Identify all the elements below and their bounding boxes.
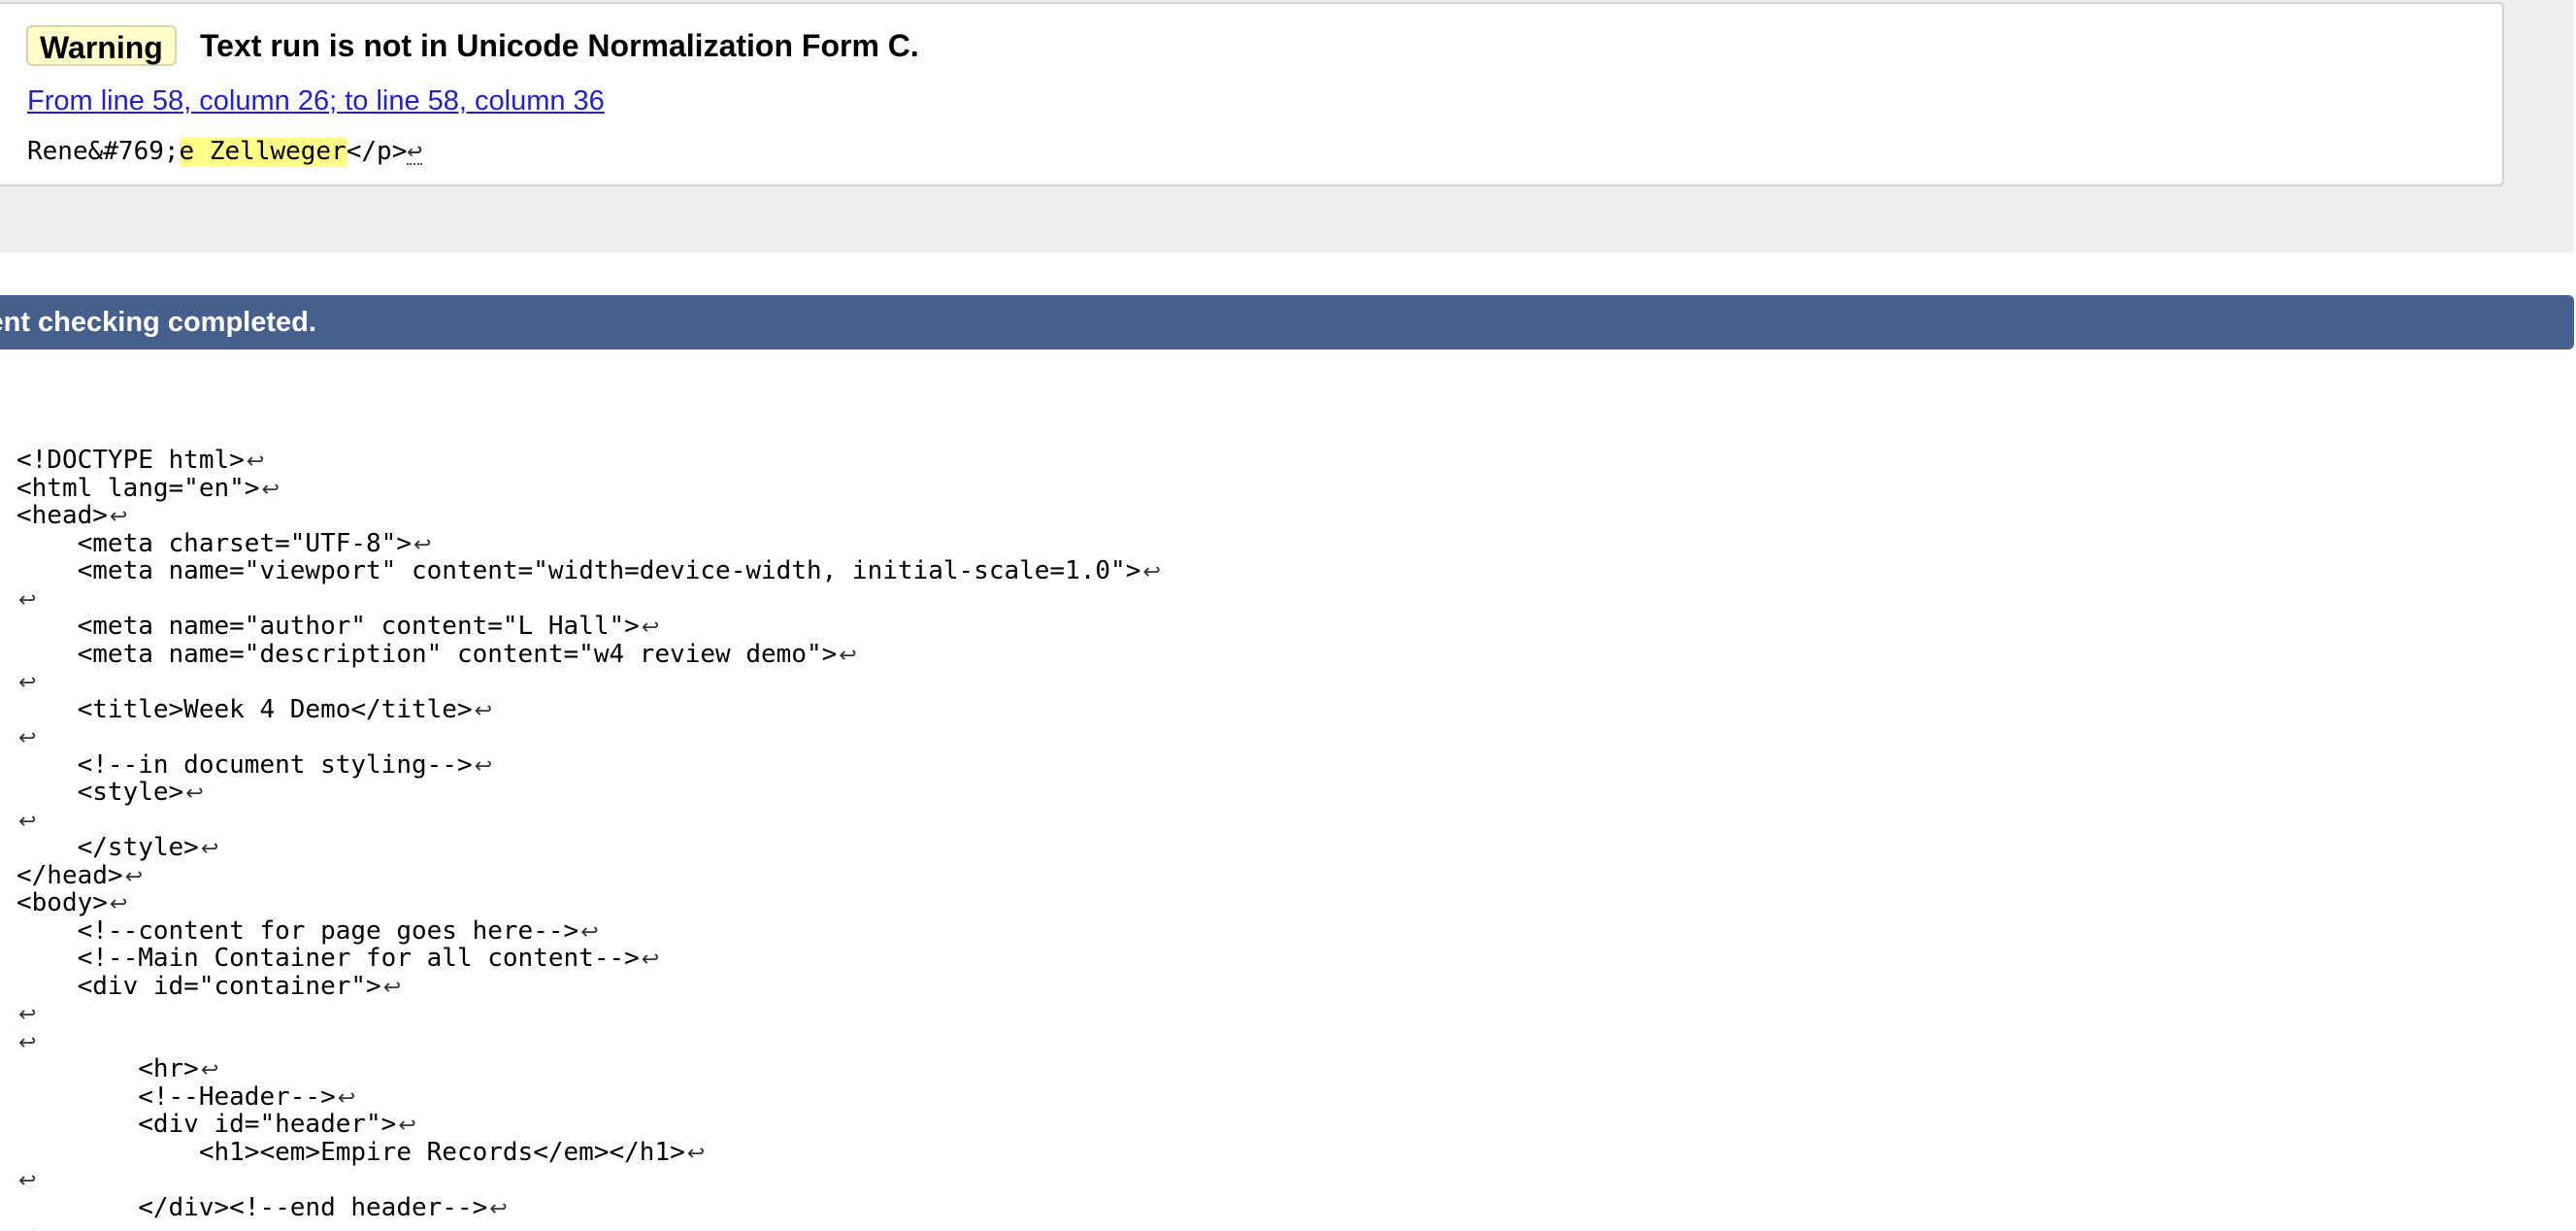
return-icon: ↩ xyxy=(489,1196,508,1221)
return-icon: ↩ xyxy=(398,1114,416,1138)
source-line-code: <head> xyxy=(17,501,108,530)
return-icon: ↩ xyxy=(185,782,204,806)
source-line: <meta name="description" content="w4 rev… xyxy=(17,639,1161,669)
return-icon: ↩ xyxy=(382,975,402,1000)
source-line-code: <div id="header"> xyxy=(17,1110,397,1139)
return-icon: ↩ xyxy=(109,505,128,529)
extract-before: Rene&#769; xyxy=(27,137,180,166)
return-icon: ↩ xyxy=(124,864,144,889)
source-line-code: <meta name="viewport" content="width=dev… xyxy=(17,556,1141,585)
source-line: <div id="container">↩ xyxy=(17,971,1161,1001)
source-line-code: </style> xyxy=(17,833,199,862)
source-line: </head>↩ xyxy=(17,860,1161,890)
source-line: <!--in document styling-->↩ xyxy=(17,749,1161,780)
source-line: <!--Header-->↩ xyxy=(17,1081,1161,1112)
source-line: ↩ xyxy=(17,723,1161,751)
source-line: <!DOCTYPE html>↩ xyxy=(17,447,1161,475)
source-line-code: <meta name="description" content="w4 rev… xyxy=(17,639,838,669)
source-line-code: <hr> xyxy=(17,1054,199,1083)
source-line: </div><!--end header-->↩ xyxy=(17,1192,1161,1222)
source-line: <div id="header">↩ xyxy=(17,1111,1161,1139)
warning-message-text: Text run is not in Unicode Normalization… xyxy=(200,28,919,63)
source-line-code: <body> xyxy=(17,888,108,917)
source-line: ↩ xyxy=(17,668,1161,696)
source-line: <title>Week 4 Demo</title>↩ xyxy=(17,694,1161,724)
messages-panel: Warning Text run is not in Unicode Norma… xyxy=(0,0,2574,252)
return-icon: ↩ xyxy=(18,1224,36,1231)
source-line: ↩ xyxy=(17,1166,1161,1194)
source-line: <style>↩ xyxy=(17,779,1161,807)
status-text: ument checking completed. xyxy=(0,307,316,338)
source-line: ↩ xyxy=(17,585,1161,614)
return-icon: ↩ xyxy=(337,1085,356,1111)
source-line: <!--content for page goes here-->↩ xyxy=(17,915,1161,946)
source-line-code: <!--in document styling--> xyxy=(17,749,473,780)
source-line-code: <meta name="author" content="L Hall"> xyxy=(17,612,640,641)
source-line-code: <!DOCTYPE html> xyxy=(17,446,245,475)
warning-message-card: Warning Text run is not in Unicode Norma… xyxy=(0,2,2504,186)
warning-badge: Warning xyxy=(26,25,177,66)
source-line-code: <!--Main Container for all content--> xyxy=(17,944,640,973)
return-icon: ↩ xyxy=(18,1030,37,1055)
code-extract: Rene&#769;e Zellweger</p>↩ xyxy=(27,134,423,169)
source-line: <body>↩ xyxy=(17,889,1161,917)
source-line-code: <h1><em>Empire Records</em></h1> xyxy=(17,1137,685,1167)
error-location-link[interactable]: From line 58, column 26; to line 58, col… xyxy=(27,83,605,118)
status-bar: ument checking completed. xyxy=(0,295,2574,349)
source-line: <h1><em>Empire Records</em></h1>↩ xyxy=(17,1137,1161,1167)
source-line-code: <title>Week 4 Demo</title> xyxy=(17,694,473,724)
return-icon: ↩ xyxy=(1142,560,1161,584)
source-line-code: <meta charset="UTF-8"> xyxy=(17,528,412,558)
source-listing: <!DOCTYPE html>↩ <html lang="en">↩ <head>↩… xyxy=(17,447,1161,1231)
source-line: <html lang="en">↩ xyxy=(17,473,1161,503)
source-line: <!--Main Container for all content-->↩ xyxy=(17,945,1161,973)
source-line: <hr>↩ xyxy=(17,1055,1161,1083)
return-icon: ↩ xyxy=(686,1141,706,1166)
return-icon: ↩ xyxy=(18,809,37,834)
source-line-code: <!--content for page goes here--> xyxy=(17,915,579,946)
source-line-code: </head> xyxy=(17,860,123,890)
source-line-code: <style> xyxy=(17,778,184,807)
source-line: ↩ xyxy=(17,807,1161,835)
validator-results-page: Warning Text run is not in Unicode Norma… xyxy=(0,0,2576,1231)
source-line-code: </div><!--end header--> xyxy=(17,1192,488,1222)
source-line-code: <html lang="en"> xyxy=(17,473,260,503)
source-line: <meta name="viewport" content="width=dev… xyxy=(17,557,1161,585)
return-icon: ↩ xyxy=(200,1058,219,1082)
return-icon: ↩ xyxy=(641,948,660,972)
source-line: </style>↩ xyxy=(17,834,1161,862)
return-icon: ↩ xyxy=(641,616,660,640)
return-icon: ↩ xyxy=(18,1003,37,1027)
return-icon: ↩ xyxy=(18,1169,37,1193)
line-feed-icon: ↩ xyxy=(407,137,423,166)
source-line: ↩ xyxy=(17,1000,1161,1028)
return-icon: ↩ xyxy=(580,919,599,945)
source-line: <head>↩ xyxy=(17,502,1161,530)
source-line: <meta name="author" content="L Hall">↩ xyxy=(17,613,1161,641)
source-line: ↩ xyxy=(17,1221,1161,1231)
return-icon: ↩ xyxy=(246,449,265,474)
return-icon: ↩ xyxy=(839,643,857,668)
return-icon: ↩ xyxy=(474,698,493,723)
return-icon: ↩ xyxy=(261,477,280,502)
return-icon: ↩ xyxy=(18,671,37,695)
return-icon: ↩ xyxy=(200,837,219,861)
source-line: ↩ xyxy=(17,1028,1161,1056)
return-icon: ↩ xyxy=(474,753,493,779)
extract-after: </p> xyxy=(346,137,408,166)
source-line-code: <!--Header--> xyxy=(17,1081,336,1112)
return-icon: ↩ xyxy=(413,532,432,557)
return-icon: ↩ xyxy=(18,587,37,613)
source-line-code: <div id="container"> xyxy=(17,971,381,1001)
return-icon: ↩ xyxy=(18,726,37,750)
return-icon: ↩ xyxy=(109,892,128,916)
extract-highlight: e Zellweger xyxy=(179,137,347,166)
source-line: <meta charset="UTF-8">↩ xyxy=(17,528,1161,558)
